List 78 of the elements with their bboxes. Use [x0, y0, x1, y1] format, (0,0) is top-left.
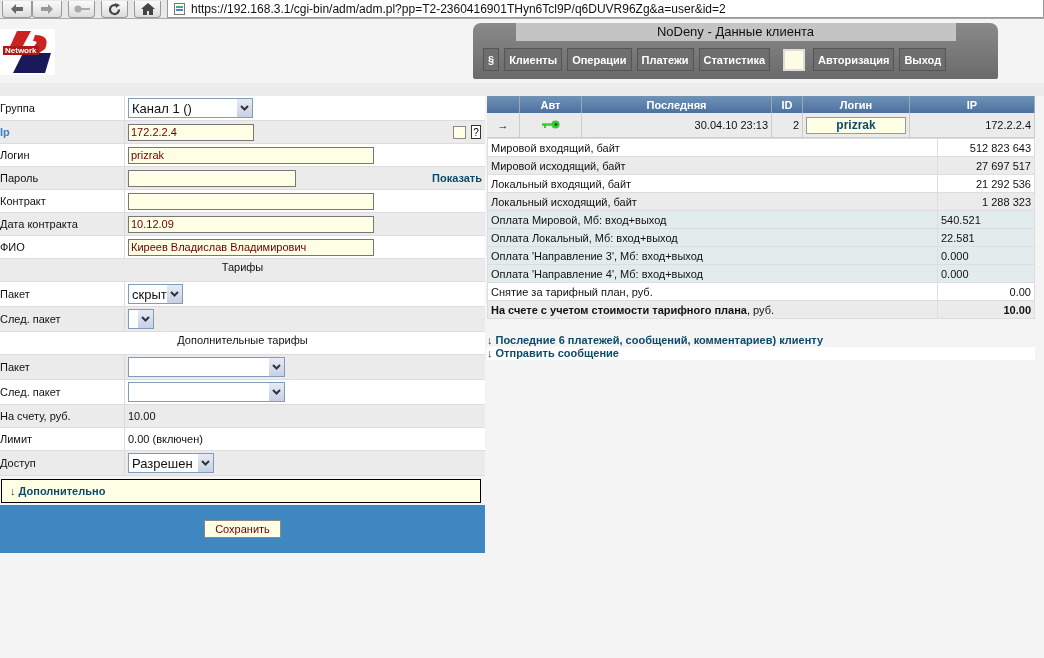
table-cell: 2 — [771, 113, 803, 138]
nav-button[interactable]: Выход — [899, 48, 947, 71]
refresh-button[interactable] — [101, 1, 128, 18]
table-cell: 30.04.10 23:13 — [581, 113, 772, 138]
input-field[interactable]: prizrak — [128, 146, 374, 164]
help-button[interactable]: ? — [471, 125, 481, 139]
show-link[interactable]: Показать — [432, 172, 482, 184]
page-icon — [174, 2, 185, 15]
column-header: Авт — [519, 96, 582, 113]
page-title: NoDeny - Данные клиента — [515, 23, 956, 41]
home-button[interactable] — [134, 1, 161, 18]
column-header — [487, 96, 520, 113]
chevron-down-icon — [201, 460, 210, 466]
field-label: Пакет — [0, 355, 125, 379]
field-label: След. пакет — [0, 307, 125, 331]
chevron-down-icon — [170, 291, 179, 297]
chevron-down-icon — [240, 105, 249, 111]
key-icon — [541, 120, 560, 129]
save-button[interactable]: Сохранить — [204, 520, 281, 538]
field-label: Логин — [0, 144, 125, 166]
stat-label: Мировой входящий, байт — [487, 138, 938, 157]
nav-button[interactable]: Клиенты — [504, 48, 563, 71]
dropdown[interactable]: скрыт — [128, 284, 183, 304]
checkbox[interactable] — [453, 125, 466, 139]
home-icon — [140, 3, 155, 15]
field-label: На счету, руб. — [0, 405, 125, 427]
back-button[interactable] — [2, 1, 32, 18]
dropdown[interactable]: Канал 1 () — [128, 98, 253, 118]
section-heading: Тарифы — [220, 260, 265, 275]
dropdown[interactable] — [128, 309, 154, 329]
dropdown[interactable]: Разрешен — [128, 453, 214, 473]
field-label: След. пакет — [0, 380, 125, 404]
column-header: Логин — [802, 96, 910, 113]
table-cell: → — [487, 113, 520, 138]
field-label: Лимит — [0, 428, 125, 450]
chevron-down-icon — [272, 364, 281, 370]
key-button[interactable] — [68, 1, 95, 18]
column-header: Последняя — [581, 96, 772, 113]
column-header: ID — [771, 96, 803, 113]
login-link[interactable]: prizrak — [806, 116, 907, 134]
chevron-down-icon — [272, 389, 281, 395]
back-arrow-icon — [11, 4, 23, 14]
field-label: Пароль — [0, 167, 125, 189]
address-field[interactable]: https://192.168.3.1/cgi-bin/adm/adm.pl?pp=T2-2360416901THyn6Tcl9P/q6DUVR96Zg&a=user&id=2 — [167, 0, 1044, 18]
nav-button[interactable]: Платежи — [636, 48, 694, 71]
input-field[interactable]: 172.2.2.4 — [128, 123, 254, 141]
input-field[interactable]: Киреев Владислав Владимирович — [128, 238, 374, 256]
forward-arrow-icon — [41, 4, 53, 14]
url-text: https://192.168.3.1/cgi-bin/adm/adm.pl?pp=T2-2360416901THyn6Tcl9P/q6DUVR96Zg&a=user&id=2 — [191, 1, 726, 16]
chevron-down-icon — [141, 316, 150, 322]
blank-toggle[interactable] — [783, 49, 806, 71]
nav-button[interactable]: Операции — [567, 48, 632, 71]
input-field[interactable] — [128, 169, 296, 187]
nav-button[interactable]: § — [483, 48, 500, 71]
key-icon — [73, 5, 90, 13]
field-label: ФИО — [0, 236, 125, 258]
field-label: Ip — [0, 121, 125, 143]
stat-value: 512 823 643 — [937, 138, 1035, 157]
section-link[interactable]: ↓ Отправить сообщение — [487, 347, 1035, 360]
field-label: Контракт — [0, 190, 125, 212]
column-header: IP — [909, 96, 1035, 113]
field-value: 0.00 (включен) — [128, 433, 203, 445]
logo-text: Network — [3, 46, 39, 55]
section-link[interactable]: ↓ Последние 6 платежей, сообщений, комментариев) клиенту — [487, 334, 1035, 347]
field-value: 10.00 — [128, 410, 156, 422]
nav-button[interactable]: Статистика — [698, 48, 771, 71]
refresh-icon — [108, 2, 121, 16]
field-label: Доступ — [0, 451, 125, 475]
forward-button[interactable] — [32, 1, 62, 18]
section-heading: Дополнительные тарифы — [176, 333, 309, 348]
more-link[interactable]: ↓ Дополнительно — [1, 479, 481, 503]
input-field[interactable] — [128, 192, 374, 210]
table-cell: 172.2.2.4 — [909, 113, 1035, 138]
nav-button[interactable]: Авторизация — [813, 48, 895, 71]
field-label: Пакет — [0, 282, 125, 306]
field-label: Группа — [0, 96, 125, 120]
input-field[interactable]: 10.12.09 — [128, 215, 374, 233]
field-label: Дата контракта — [0, 213, 125, 235]
